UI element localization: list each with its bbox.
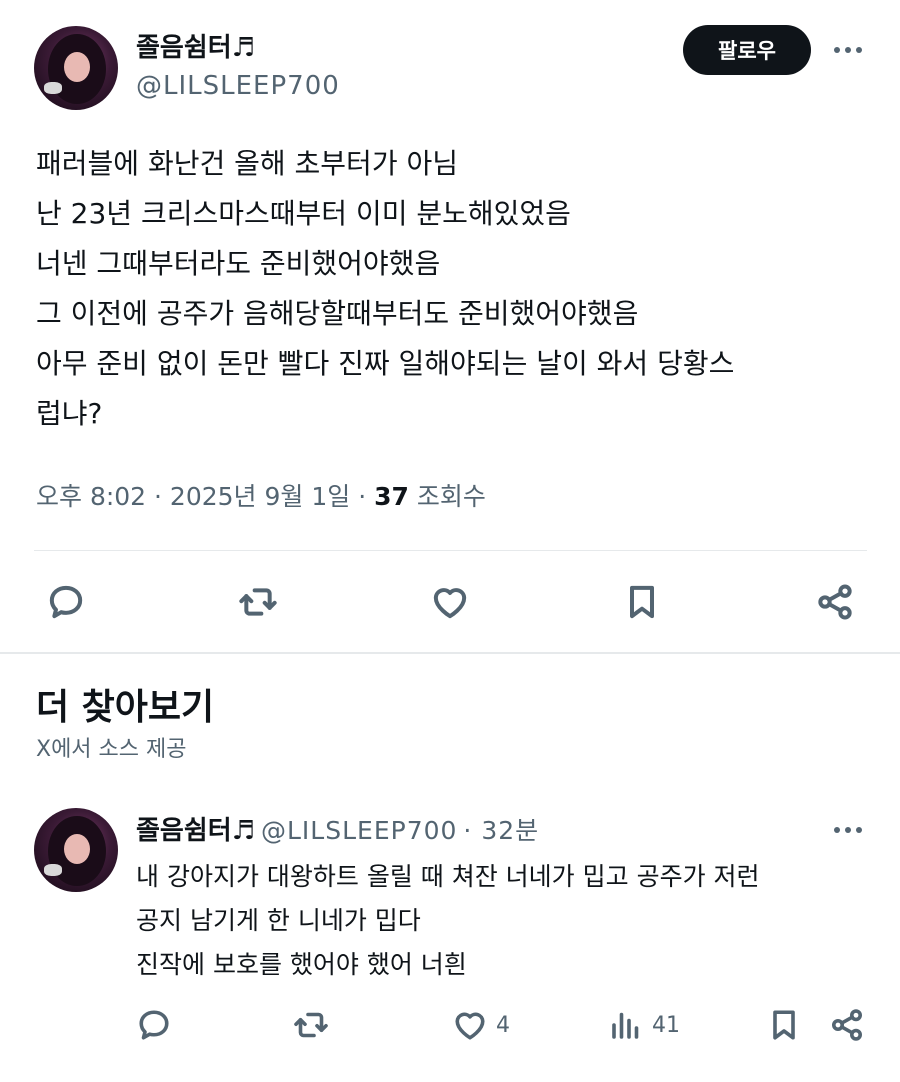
views-button[interactable]: 41 <box>608 1007 680 1043</box>
share-icon <box>818 584 852 620</box>
reply-button[interactable] <box>46 582 86 622</box>
retweet-button[interactable] <box>237 582 279 622</box>
follow-button[interactable]: 팔로우 <box>683 25 811 75</box>
display-name[interactable]: 졸음쉼터♬ <box>136 27 255 64</box>
avatar-face <box>64 52 90 82</box>
bookmark-button[interactable] <box>766 1006 802 1044</box>
analytics-icon <box>612 1012 639 1039</box>
views-count: 41 <box>652 1012 680 1038</box>
tweet-line: 아무 준비 없이 돈만 빨다 진짜 일해야되는 날이 와서 당황스 <box>36 347 735 380</box>
reply-line: 진작에 보호를 했어야 했어 너흰 <box>136 950 467 979</box>
reply-header: 졸음쉼터♬ @LILSLEEP700 · 32분 <box>136 810 539 847</box>
reply-line: 공지 남기게 한 니네가 밉다 <box>136 906 421 935</box>
retweet-icon <box>239 588 277 616</box>
reply-icon <box>139 1010 169 1040</box>
avatar[interactable] <box>34 26 118 110</box>
display-name[interactable]: 졸음쉼터♬ <box>136 810 255 847</box>
reply-button[interactable] <box>136 1007 172 1043</box>
tweet-text: 패러블에 화난건 올해 초부터가 아님 난 23년 크리스마스때부터 이미 분노… <box>36 139 876 439</box>
avatar-face <box>64 834 90 864</box>
bookmark-icon <box>630 585 654 619</box>
tweet-timestamp[interactable]: 오후 8:02 · 2025년 9월 1일 · <box>36 482 366 511</box>
bookmark-button[interactable] <box>622 581 662 623</box>
share-button[interactable] <box>828 1007 866 1043</box>
tweet-line: 난 23년 크리스마스때부터 이미 분노해있었음 <box>36 197 571 230</box>
tweet-line: 럽냐? <box>36 397 103 430</box>
retweet-icon <box>294 1012 328 1038</box>
reply-timestamp[interactable]: · 32분 <box>463 811 539 847</box>
reply-text: 내 강아지가 대왕하트 올릴 때 쳐잔 너네가 밉고 공주가 저런 공지 남기게… <box>136 855 876 987</box>
share-icon <box>832 1009 862 1041</box>
tweet-line: 패러블에 화난건 올해 초부터가 아님 <box>36 147 459 180</box>
avatar[interactable] <box>34 808 118 892</box>
like-count: 4 <box>496 1012 510 1038</box>
retweet-button[interactable] <box>292 1007 330 1043</box>
views-count: 37 <box>374 482 409 511</box>
like-button[interactable] <box>430 582 470 622</box>
user-handle[interactable]: @LILSLEEP700 <box>261 816 457 845</box>
share-button[interactable] <box>814 582 856 622</box>
tweet-line: 너넨 그때부터라도 준비했어야했음 <box>36 247 441 280</box>
tweet-meta: 오후 8:02 · 2025년 9월 1일 · 37 조회수 <box>36 477 486 513</box>
like-icon <box>433 588 467 619</box>
section-separator <box>0 652 900 654</box>
bookmark-icon <box>773 1010 795 1040</box>
more-options-icon[interactable] <box>834 47 862 53</box>
reply-icon <box>49 585 83 619</box>
tweet-line: 그 이전에 공주가 음해당할때부터도 준비했어야했음 <box>36 297 639 330</box>
section-subtitle: X에서 소스 제공 <box>36 737 187 762</box>
user-handle[interactable]: @LILSLEEP700 <box>136 71 340 101</box>
reply-line: 내 강아지가 대왕하트 올릴 때 쳐잔 너네가 밉고 공주가 저런 <box>136 862 760 891</box>
more-options-icon[interactable] <box>834 827 862 833</box>
like-button[interactable]: 4 <box>452 1007 510 1043</box>
avatar-mic <box>44 864 62 876</box>
like-icon <box>455 1012 485 1040</box>
divider <box>34 550 867 551</box>
views-label: 조회수 <box>416 482 486 511</box>
avatar-mic <box>44 82 62 94</box>
section-title: 더 찾아보기 <box>36 687 215 728</box>
